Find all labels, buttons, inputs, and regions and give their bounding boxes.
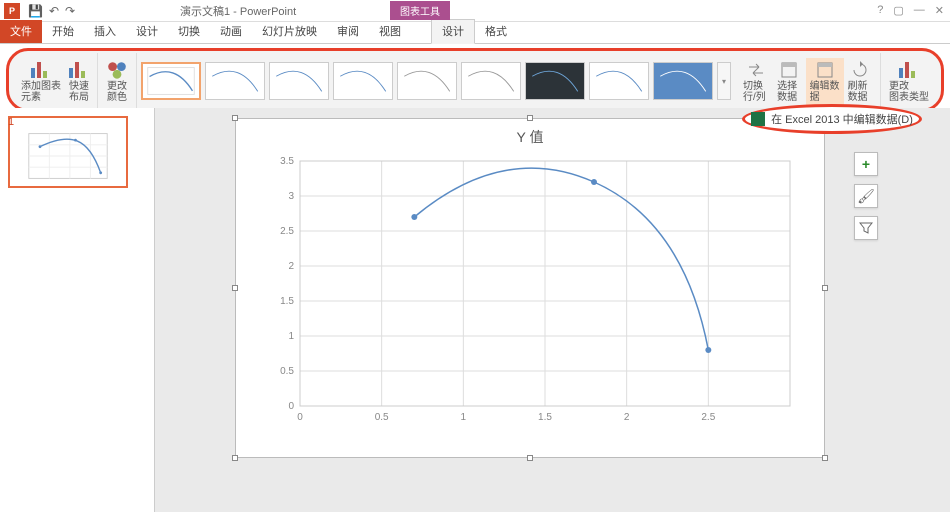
chart-style-4[interactable] [333,62,393,100]
edit-in-excel-menu-item[interactable]: 在 Excel 2013 中编辑数据(D) [751,111,913,127]
tab-animations[interactable]: 动画 [210,20,252,43]
select-data-button[interactable]: 选择数据 [773,58,805,105]
resize-handle-ml[interactable] [232,285,238,291]
tab-view[interactable]: 视图 [369,20,411,43]
tab-chart-design[interactable]: 设计 [431,19,475,44]
quick-layout-button[interactable]: 快速布局 [65,58,93,105]
edit-data-button[interactable]: 编辑数 据 [806,58,844,105]
chart-styles-gallery: ▾ [137,53,735,109]
chart-filters-button[interactable] [854,216,878,240]
change-colors-label: 更改 颜色 [107,81,127,103]
quick-layout-label: 快速布局 [69,81,89,103]
svg-text:1: 1 [461,412,467,423]
workspace: 1 Y 值 0 0.5 1 1.5 2 2.5 3 3.5 0 0.5 1 1.5 2 2.5 [0,108,950,512]
chart-style-3[interactable] [269,62,329,100]
tab-design[interactable]: 设计 [126,20,168,43]
chart-style-7[interactable] [525,62,585,100]
change-chart-type-label: 更改 图表类型 [889,81,929,103]
svg-text:0.5: 0.5 [375,412,389,423]
resize-handle-mr[interactable] [822,285,828,291]
excel-icon [751,112,765,126]
tab-chart-format[interactable]: 格式 [475,20,517,43]
tab-slideshow[interactable]: 幻灯片放映 [252,20,327,43]
edit-data-label: 编辑数 据 [810,81,840,103]
refresh-data-button[interactable]: 刷新数据 [844,58,876,105]
tab-insert[interactable]: 插入 [84,20,126,43]
chart-side-tools: + 🖌 [854,152,878,240]
slide-editor: Y 值 0 0.5 1 1.5 2 2.5 3 3.5 0 0.5 1 1.5 2 2.5 [155,108,950,512]
change-chart-type-button[interactable]: 更改 图表类型 [885,58,933,105]
slide-number: 1 [8,116,14,128]
slide-thumbnail-1[interactable] [8,116,128,188]
redo-icon[interactable]: ↷ [65,4,75,18]
resize-handle-br[interactable] [822,455,828,461]
quick-access-toolbar: 💾 ↶ ↷ [28,4,75,18]
ribbon-highlight: 添加图表 元素 快速布局 更改 颜色 ▾ [6,48,944,112]
change-colors-button[interactable]: 更改 颜色 [102,58,132,105]
document-title: 演示文稿1 - PowerPoint [180,3,296,19]
edit-in-excel-label: 在 Excel 2013 中编辑数据(D) [771,111,913,127]
group-data: 切换行/列 选择数据 编辑数 据 刷新数据 [735,53,881,109]
svg-text:3: 3 [288,191,294,202]
tab-transitions[interactable]: 切换 [168,20,210,43]
resize-handle-tm[interactable] [527,115,533,121]
switch-row-column-button[interactable]: 切换行/列 [739,58,773,105]
ribbon-options-icon[interactable]: ▢ [893,4,903,17]
ribbon: 添加图表 元素 快速布局 更改 颜色 ▾ [13,53,937,109]
svg-text:2: 2 [288,261,294,272]
powerpoint-icon: P [4,3,20,19]
select-data-label: 选择数据 [777,81,801,103]
tab-file[interactable]: 文件 [0,20,42,43]
refresh-data-label: 刷新数据 [848,81,872,103]
group-type: 更改 图表类型 [881,53,937,109]
slide-panel: 1 [0,108,155,512]
chart-style-9[interactable] [653,62,713,100]
chart-plot-area[interactable]: 0 0.5 1 1.5 2 2.5 3 3.5 0 0.5 1 1.5 2 2.5 [260,151,800,431]
close-icon[interactable]: ✕ [935,4,944,17]
chart-styles-more-button[interactable]: ▾ [717,62,731,100]
chart-elements-button[interactable]: + [854,152,878,176]
svg-text:0: 0 [297,412,303,423]
help-icon[interactable]: ? [877,4,883,17]
window-buttons: ? ▢ — ✕ [877,4,944,17]
svg-text:1.5: 1.5 [538,412,552,423]
tab-home[interactable]: 开始 [42,20,84,43]
chart-style-2[interactable] [205,62,265,100]
chart-style-1[interactable] [141,62,201,100]
add-chart-element-button[interactable]: 添加图表 元素 [17,58,65,105]
chart-title[interactable]: Y 值 [236,119,824,151]
minimize-icon[interactable]: — [914,4,925,17]
resize-handle-tl[interactable] [232,115,238,121]
svg-text:2.5: 2.5 [280,226,294,237]
tab-review[interactable]: 审阅 [327,20,369,43]
svg-text:1: 1 [288,331,294,342]
svg-text:2: 2 [624,412,630,423]
svg-text:0.5: 0.5 [280,366,294,377]
resize-handle-bm[interactable] [527,455,533,461]
svg-text:3.5: 3.5 [280,156,294,167]
edit-in-excel-callout: 在 Excel 2013 中编辑数据(D) [742,104,922,134]
save-icon[interactable]: 💾 [28,4,43,18]
chart-object[interactable]: Y 值 0 0.5 1 1.5 2 2.5 3 3.5 0 0.5 1 1.5 2 2.5 [235,118,825,458]
context-tab-group-label: 图表工具 [390,1,450,20]
title-bar: P 💾 ↶ ↷ 演示文稿1 - PowerPoint 图表工具 ? ▢ — ✕ [0,0,950,22]
add-chart-element-label: 添加图表 元素 [21,81,61,103]
chart-style-8[interactable] [589,62,649,100]
chart-style-6[interactable] [461,62,521,100]
svg-text:1.5: 1.5 [280,296,294,307]
chart-style-5[interactable] [397,62,457,100]
svg-text:0: 0 [288,401,294,412]
svg-text:2.5: 2.5 [701,412,715,423]
group-chart-layout: 添加图表 元素 快速布局 [13,53,98,109]
group-change-colors: 更改 颜色 [98,53,137,109]
chart-styles-button[interactable]: 🖌 [854,184,878,208]
undo-icon[interactable]: ↶ [49,4,59,18]
switch-row-column-label: 切换行/列 [743,81,769,103]
resize-handle-bl[interactable] [232,455,238,461]
ribbon-tabs: 文件 开始 插入 设计 切换 动画 幻灯片放映 审阅 视图 设计 格式 [0,22,950,44]
chart-svg: 0 0.5 1 1.5 2 2.5 3 3.5 0 0.5 1 1.5 2 2.5 [260,151,800,431]
